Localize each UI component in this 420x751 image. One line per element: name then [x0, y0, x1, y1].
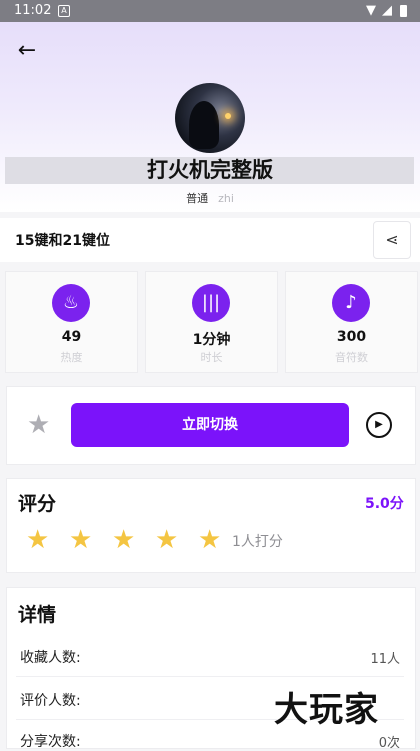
- rating-title: 评分: [18, 493, 57, 515]
- rating-star-icon[interactable]: ★: [198, 526, 221, 554]
- battery-icon: [400, 5, 407, 17]
- back-arrow-icon[interactable]: ←: [14, 38, 40, 64]
- reviewers-label: 评价人数:: [20, 693, 81, 709]
- details-title: 详情: [18, 604, 57, 626]
- song-title: 打火机完整版: [147, 158, 273, 182]
- rating-score: 5.0分: [365, 496, 404, 512]
- stat-label: 时长: [200, 351, 223, 364]
- avatar-figure: [189, 101, 219, 149]
- audio-icon: |||: [192, 284, 230, 322]
- watermark-logo: 大玩家: [274, 690, 379, 730]
- notification-badge: A: [58, 5, 70, 17]
- star-icon[interactable]: ★: [27, 411, 50, 439]
- stat-label: 热度: [60, 351, 83, 364]
- music-note-icon: ♪: [332, 284, 370, 322]
- rating-star-icon[interactable]: ★: [69, 526, 92, 554]
- author-name[interactable]: zhi: [218, 192, 234, 205]
- status-time: 11:02: [14, 3, 52, 18]
- stat-card-notes: ♪ 300 音符数: [285, 271, 418, 373]
- flame-icon: ♨: [52, 284, 90, 322]
- stat-card-heat: ♨ 49 热度: [5, 271, 138, 373]
- stat-value: 300: [336, 329, 367, 345]
- status-bar: 11:02 A ▼ ◢: [0, 0, 420, 22]
- switch-now-button[interactable]: 立即切换: [71, 403, 349, 447]
- shares-value: 0次: [378, 736, 400, 751]
- share-button[interactable]: ⋖: [373, 221, 411, 259]
- divider: [16, 676, 404, 677]
- rating-star-icon[interactable]: ★: [155, 526, 178, 554]
- author-line: 普通 zhi: [0, 190, 420, 206]
- avatar: [175, 83, 245, 153]
- avatar-spark: [225, 113, 231, 119]
- stat-label: 音符数: [335, 351, 368, 364]
- share-icon: ⋖: [385, 230, 399, 249]
- stat-value: 49: [61, 329, 82, 345]
- key-mode-label: 15键和21键位: [15, 233, 110, 249]
- favorites-label: 收藏人数:: [20, 650, 81, 666]
- rating-star-icon[interactable]: ★: [112, 526, 135, 554]
- stat-value: 1分钟: [192, 332, 231, 348]
- author-type: 普通: [186, 192, 209, 205]
- signal-icon: ◢: [382, 3, 392, 18]
- raters-count: 1人打分: [232, 534, 283, 550]
- stat-card-duration: ||| 1分钟 时长: [145, 271, 278, 373]
- wifi-icon: ▼: [366, 3, 376, 18]
- shares-label: 分享次数:: [20, 734, 81, 750]
- rating-star-icon[interactable]: ★: [26, 526, 49, 554]
- favorites-value: 11人: [370, 652, 400, 667]
- play-icon[interactable]: ▶: [366, 412, 392, 438]
